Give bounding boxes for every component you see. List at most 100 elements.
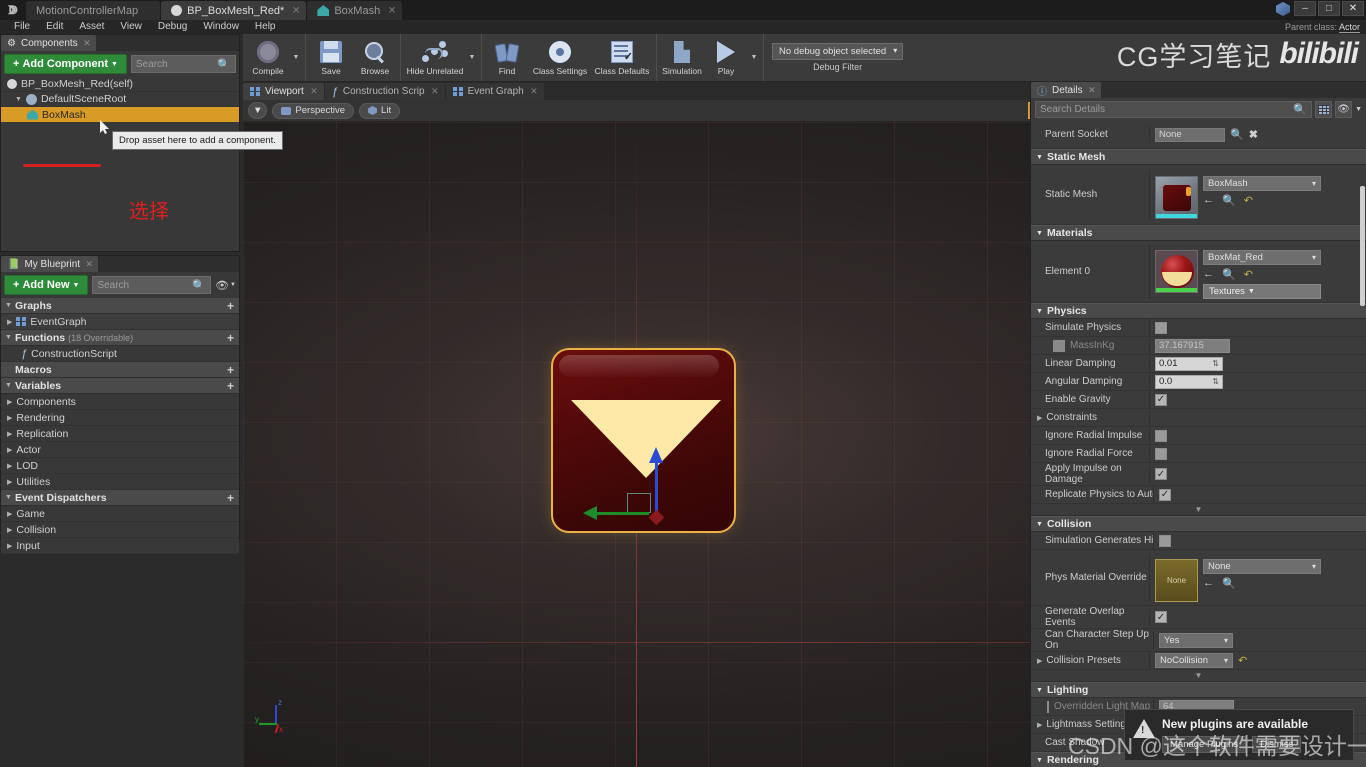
list-item-input[interactable]: ▶ Input [1, 538, 239, 554]
parent-class-value[interactable]: Actor [1338, 22, 1360, 33]
compile-button[interactable]: Compile [246, 34, 290, 81]
list-item-rendering[interactable]: ▶ Rendering [1, 410, 239, 426]
hide-unrelated-dropdown-icon[interactable]: ▼ [466, 34, 478, 81]
hide-unrelated-button[interactable]: Hide Unrelated [404, 34, 466, 81]
gizmo-plane-handle[interactable] [627, 493, 651, 513]
category-static-mesh[interactable]: ▼ Static Mesh [1031, 149, 1366, 165]
browse-icon[interactable]: 🔍 [1222, 577, 1236, 590]
browse-icon[interactable]: 🔍 [1230, 128, 1244, 141]
group-functions[interactable]: ▼ Functions (18 Overridable) + [1, 330, 239, 346]
use-selected-icon[interactable]: ← [1203, 577, 1214, 590]
tree-item-self[interactable]: BP_BoxMesh_Red(self) [1, 77, 239, 92]
reset-icon[interactable]: ↶ [1244, 194, 1253, 207]
play-dropdown-icon[interactable]: ▼ [748, 34, 760, 81]
add-function-button[interactable]: + [227, 331, 234, 345]
maximize-button[interactable]: □ [1318, 1, 1340, 16]
class-settings-button[interactable]: Class Settings [529, 34, 591, 81]
list-item-game[interactable]: ▶ Game [1, 506, 239, 522]
use-selected-icon[interactable]: ← [1203, 194, 1214, 207]
angular-damping-input[interactable]: 0.0 ⇅ [1155, 374, 1223, 389]
list-item-replication[interactable]: ▶ Replication [1, 426, 239, 442]
clear-icon[interactable]: ✖ [1249, 128, 1258, 141]
material-select[interactable]: BoxMat_Red [1203, 250, 1321, 265]
list-item-eventgraph[interactable]: ▶ EventGraph [1, 314, 239, 330]
add-dispatcher-button[interactable]: + [227, 491, 234, 505]
gizmo-y-arrow[interactable] [583, 506, 597, 520]
browse-button[interactable]: Browse [353, 34, 397, 81]
list-item-utilities[interactable]: ▶ Utilities [1, 474, 239, 490]
sim-hit-events-checkbox[interactable] [1159, 534, 1171, 547]
category-physics[interactable]: ▼ Physics [1031, 303, 1366, 319]
minimize-button[interactable]: – [1294, 1, 1316, 16]
menu-edit[interactable]: Edit [38, 20, 71, 34]
chevron-right-icon[interactable]: ▶ [7, 430, 12, 438]
tab-construction-script[interactable]: ƒ Construction Scrip ✕ [324, 83, 445, 100]
chevron-right-icon[interactable]: ▶ [7, 542, 12, 550]
physics-expand-button[interactable]: ▼ [1031, 504, 1366, 516]
simulate-physics-checkbox[interactable] [1155, 321, 1167, 334]
gizmo-z-axis[interactable] [655, 455, 658, 513]
transform-gizmo[interactable] [583, 447, 709, 545]
tree-item-defaultsceneroot[interactable]: ▼ DefaultSceneRoot [1, 92, 239, 107]
close-icon[interactable]: ✕ [388, 5, 396, 16]
save-button[interactable]: Save [309, 34, 353, 81]
group-event-dispatchers[interactable]: ▼ Event Dispatchers + [1, 490, 239, 506]
chevron-right-icon[interactable]: ▶ [7, 478, 12, 486]
tab-event-graph[interactable]: Event Graph ✕ [445, 83, 544, 100]
tab-viewport[interactable]: Viewport ✕ [243, 83, 324, 100]
apply-impulse-checkbox[interactable]: ✓ [1155, 468, 1167, 480]
category-materials[interactable]: ▼ Materials [1031, 225, 1366, 241]
group-variables[interactable]: ▼ Variables + [1, 378, 239, 394]
chevron-right-icon[interactable]: ▶ [1037, 657, 1042, 665]
reset-icon[interactable]: ↶ [1238, 654, 1247, 667]
close-icon[interactable]: ✕ [85, 259, 93, 270]
list-item-collision[interactable]: ▶ Collision [1, 522, 239, 538]
details-visibility-toggle[interactable]: 👁 [1335, 101, 1353, 118]
browse-icon[interactable]: 🔍 [1222, 268, 1236, 281]
tree-item-boxmash[interactable]: BoxMash [1, 107, 239, 122]
group-graphs[interactable]: ▼ Graphs + [1, 298, 239, 314]
tab-details[interactable]: ⓘ Details ✕ [1031, 82, 1101, 98]
compile-dropdown-icon[interactable]: ▼ [290, 34, 302, 81]
details-scrollbar[interactable] [1360, 186, 1365, 306]
linear-damping-input[interactable]: 0.01 ⇅ [1155, 356, 1223, 371]
close-icon[interactable]: ✕ [1088, 85, 1096, 96]
simulation-button[interactable]: Simulation [660, 34, 704, 81]
chevron-right-icon[interactable]: ▶ [1037, 414, 1042, 422]
tab-bp-boxmesh-red[interactable]: BP_BoxMesh_Red* ✕ [161, 1, 307, 20]
menu-help[interactable]: Help [247, 20, 284, 34]
tab-boxmash[interactable]: BoxMash ✕ [307, 1, 403, 20]
tab-motioncontrollermap[interactable]: MotionControllerMap [26, 1, 161, 20]
static-mesh-thumbnail[interactable] [1155, 176, 1198, 219]
replicate-physics-checkbox[interactable]: ✓ [1159, 488, 1171, 501]
use-selected-icon[interactable]: ← [1203, 268, 1214, 281]
phys-material-thumbnail[interactable]: None [1155, 558, 1198, 602]
chevron-down-icon[interactable]: ▼ [1355, 106, 1362, 113]
perspective-button[interactable]: Perspective [272, 102, 355, 119]
components-search-input[interactable]: Search 🔍 [130, 55, 236, 73]
list-item-constructionscript[interactable]: ƒ ConstructionScript [1, 346, 239, 362]
chevron-right-icon[interactable]: ▶ [7, 446, 12, 454]
chevron-right-icon[interactable]: ▶ [7, 414, 12, 422]
viewport-options-button[interactable]: ▼ [248, 102, 268, 119]
ignore-radial-impulse-checkbox[interactable] [1155, 429, 1167, 442]
list-item-components[interactable]: ▶ Components [1, 394, 239, 410]
close-icon[interactable]: ✕ [310, 86, 318, 97]
gizmo-y-axis[interactable] [591, 512, 649, 515]
menu-asset[interactable]: Asset [71, 20, 112, 34]
generate-overlap-checkbox[interactable]: ✓ [1155, 611, 1167, 623]
dismiss-button[interactable]: Dismiss [1252, 736, 1302, 753]
add-component-button[interactable]: + Add Component ▼ [4, 54, 127, 74]
add-variable-button[interactable]: + [227, 379, 234, 393]
details-grid-toggle[interactable] [1315, 101, 1333, 118]
tab-components[interactable]: ⚙ Components ✕ [1, 35, 96, 51]
details-search-input[interactable]: Search Details 🔍 [1035, 101, 1313, 118]
close-icon[interactable]: ✕ [431, 86, 439, 97]
add-graph-button[interactable]: + [227, 299, 234, 313]
category-collision[interactable]: ▼ Collision [1031, 516, 1366, 532]
manage-plugins-button[interactable]: Manage Plugins [1162, 736, 1247, 753]
play-button[interactable]: Play [704, 34, 748, 81]
close-icon[interactable]: ✕ [292, 5, 300, 16]
gizmo-x-axis[interactable] [648, 509, 665, 526]
chevron-right-icon[interactable]: ▶ [7, 462, 12, 470]
